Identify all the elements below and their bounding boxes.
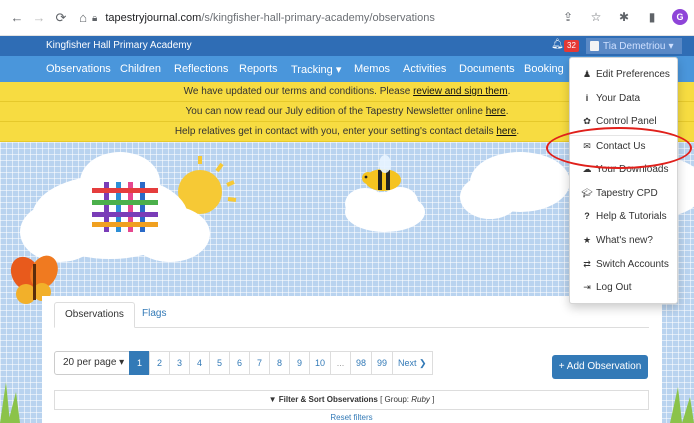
review-terms-link[interactable]: review and sign them <box>413 86 508 97</box>
nav-reports[interactable]: Reports <box>239 63 278 75</box>
menu-edit-preferences[interactable]: ♟ Edit Preferences <box>570 64 677 84</box>
highlight-annotation <box>546 127 692 169</box>
user-name: Tia Demetriou <box>603 40 666 52</box>
nav-tracking[interactable]: Tracking ▾ <box>291 63 341 76</box>
address-bar[interactable]: 🔒︎ tapestryjournal.com /s/kingfisher-hal… <box>92 8 562 28</box>
back-arrow-icon[interactable]: ← <box>8 9 26 27</box>
page-link[interactable]: 3 <box>169 351 190 375</box>
page-link[interactable]: 99 <box>371 351 394 375</box>
nav-booking[interactable]: Booking <box>524 63 564 75</box>
reset-filters-link[interactable]: Reset filters <box>54 413 649 422</box>
gear-icon: ✿ <box>583 115 591 126</box>
page-link[interactable]: 6 <box>229 351 250 375</box>
tab-flags[interactable]: Flags <box>132 302 176 328</box>
profile-avatar[interactable]: G <box>672 9 688 25</box>
page-link[interactable]: 7 <box>249 351 270 375</box>
share-icon[interactable]: ⇪ <box>560 9 576 25</box>
page-link[interactable]: 2 <box>149 351 170 375</box>
forward-arrow-icon[interactable]: → <box>30 9 48 27</box>
page-link[interactable]: 4 <box>189 351 210 375</box>
lock-icon: 🔒︎ <box>92 12 98 24</box>
next-page-button[interactable]: Next ❯ <box>392 351 433 375</box>
observations-panel: Observations Flags 20 per page ▾ 1 2 3 4… <box>42 296 662 423</box>
page-link[interactable]: 98 <box>350 351 373 375</box>
page-link[interactable]: 8 <box>269 351 290 375</box>
group-value: Ruby <box>411 395 430 404</box>
menu-help-tutorials[interactable]: ? Help & Tutorials <box>570 206 677 226</box>
menu-tapestry-cpd[interactable]: 🎓︎ Tapestry CPD <box>570 183 677 203</box>
sun-icon <box>178 156 237 214</box>
bee-cloud-icon <box>345 155 425 232</box>
notification-count-badge[interactable]: 32 <box>564 40 579 52</box>
extensions-icon[interactable]: ✱ <box>616 9 632 25</box>
filter-icon: ▼ <box>268 395 279 404</box>
reload-icon[interactable]: ⟳ <box>52 9 70 27</box>
nav-reflections[interactable]: Reflections <box>174 63 228 75</box>
menu-switch-accounts[interactable]: ⇄ Switch Accounts <box>570 254 677 274</box>
school-name[interactable]: Kingfisher Hall Primary Academy <box>46 40 192 51</box>
filter-sort-toggle[interactable]: ▼ Filter & Sort Observations [ Group: Ru… <box>54 390 649 410</box>
menu-your-data[interactable]: i Your Data <box>570 88 677 108</box>
browser-toolbar: ← → ⟳ ⌂ 🔒︎ tapestryjournal.com /s/kingfi… <box>0 0 694 36</box>
sidepanel-icon[interactable]: ▮ <box>644 9 660 25</box>
switch-icon: ⇄ <box>583 258 591 269</box>
nav-activities[interactable]: Activities <box>403 63 446 75</box>
user-avatar-icon <box>590 41 599 51</box>
school-bar: Kingfisher Hall Primary Academy 🔔︎ 32 Ti… <box>0 36 694 56</box>
nav-children[interactable]: Children <box>120 63 161 75</box>
menu-log-out[interactable]: ⇥ Log Out <box>570 277 677 297</box>
browser-actions: ⇪ ☆ ✱ ▮ G <box>560 9 688 25</box>
page-ellipsis: ... <box>330 351 352 375</box>
page-link[interactable]: 1 <box>129 351 150 375</box>
logout-icon: ⇥ <box>583 281 591 292</box>
info-icon: i <box>585 93 589 103</box>
user-menu-toggle[interactable]: Tia Demetriou ▾ <box>586 38 682 54</box>
nav-documents[interactable]: Documents <box>459 63 515 75</box>
user-dropdown-menu: ♟ Edit Preferences i Your Data ✿ Control Pa… <box>569 57 678 304</box>
url-host: tapestryjournal.com <box>105 12 202 24</box>
per-page-select[interactable]: 20 per page ▾ <box>54 351 131 375</box>
contact-details-link[interactable]: here <box>496 126 516 137</box>
menu-whats-new[interactable]: ★ What's new? <box>570 230 677 250</box>
url-path: /s/kingfisher-hall-primary-academy/obser… <box>201 12 435 24</box>
tab-observations[interactable]: Observations <box>54 302 135 328</box>
nav-memos[interactable]: Memos <box>354 63 390 75</box>
graduation-cap-icon: 🎓︎ <box>581 187 593 198</box>
caret-down-icon: ▾ <box>668 40 674 52</box>
newsletter-link[interactable]: here <box>486 106 506 117</box>
star-icon: ★ <box>582 234 592 245</box>
bookmark-star-icon[interactable]: ☆ <box>588 9 604 25</box>
page-link[interactable]: 5 <box>209 351 230 375</box>
add-observation-button[interactable]: + Add Observation <box>552 355 648 379</box>
question-icon: ? <box>584 211 590 221</box>
bell-icon[interactable]: 🔔︎ <box>551 39 564 50</box>
person-icon: ♟ <box>582 68 592 79</box>
page-link[interactable]: 9 <box>289 351 310 375</box>
tab-bar: Observations Flags <box>54 296 649 328</box>
filter-label: Filter & Sort Observations <box>278 395 378 404</box>
home-icon[interactable]: ⌂ <box>74 9 92 27</box>
pagination: 1 2 3 4 5 6 7 8 9 10 ... 98 99 Next ❯ <box>129 351 433 375</box>
cloud-logo-icon <box>20 152 210 262</box>
nav-observations[interactable]: Observations <box>46 63 111 75</box>
page-link[interactable]: 10 <box>309 351 332 375</box>
